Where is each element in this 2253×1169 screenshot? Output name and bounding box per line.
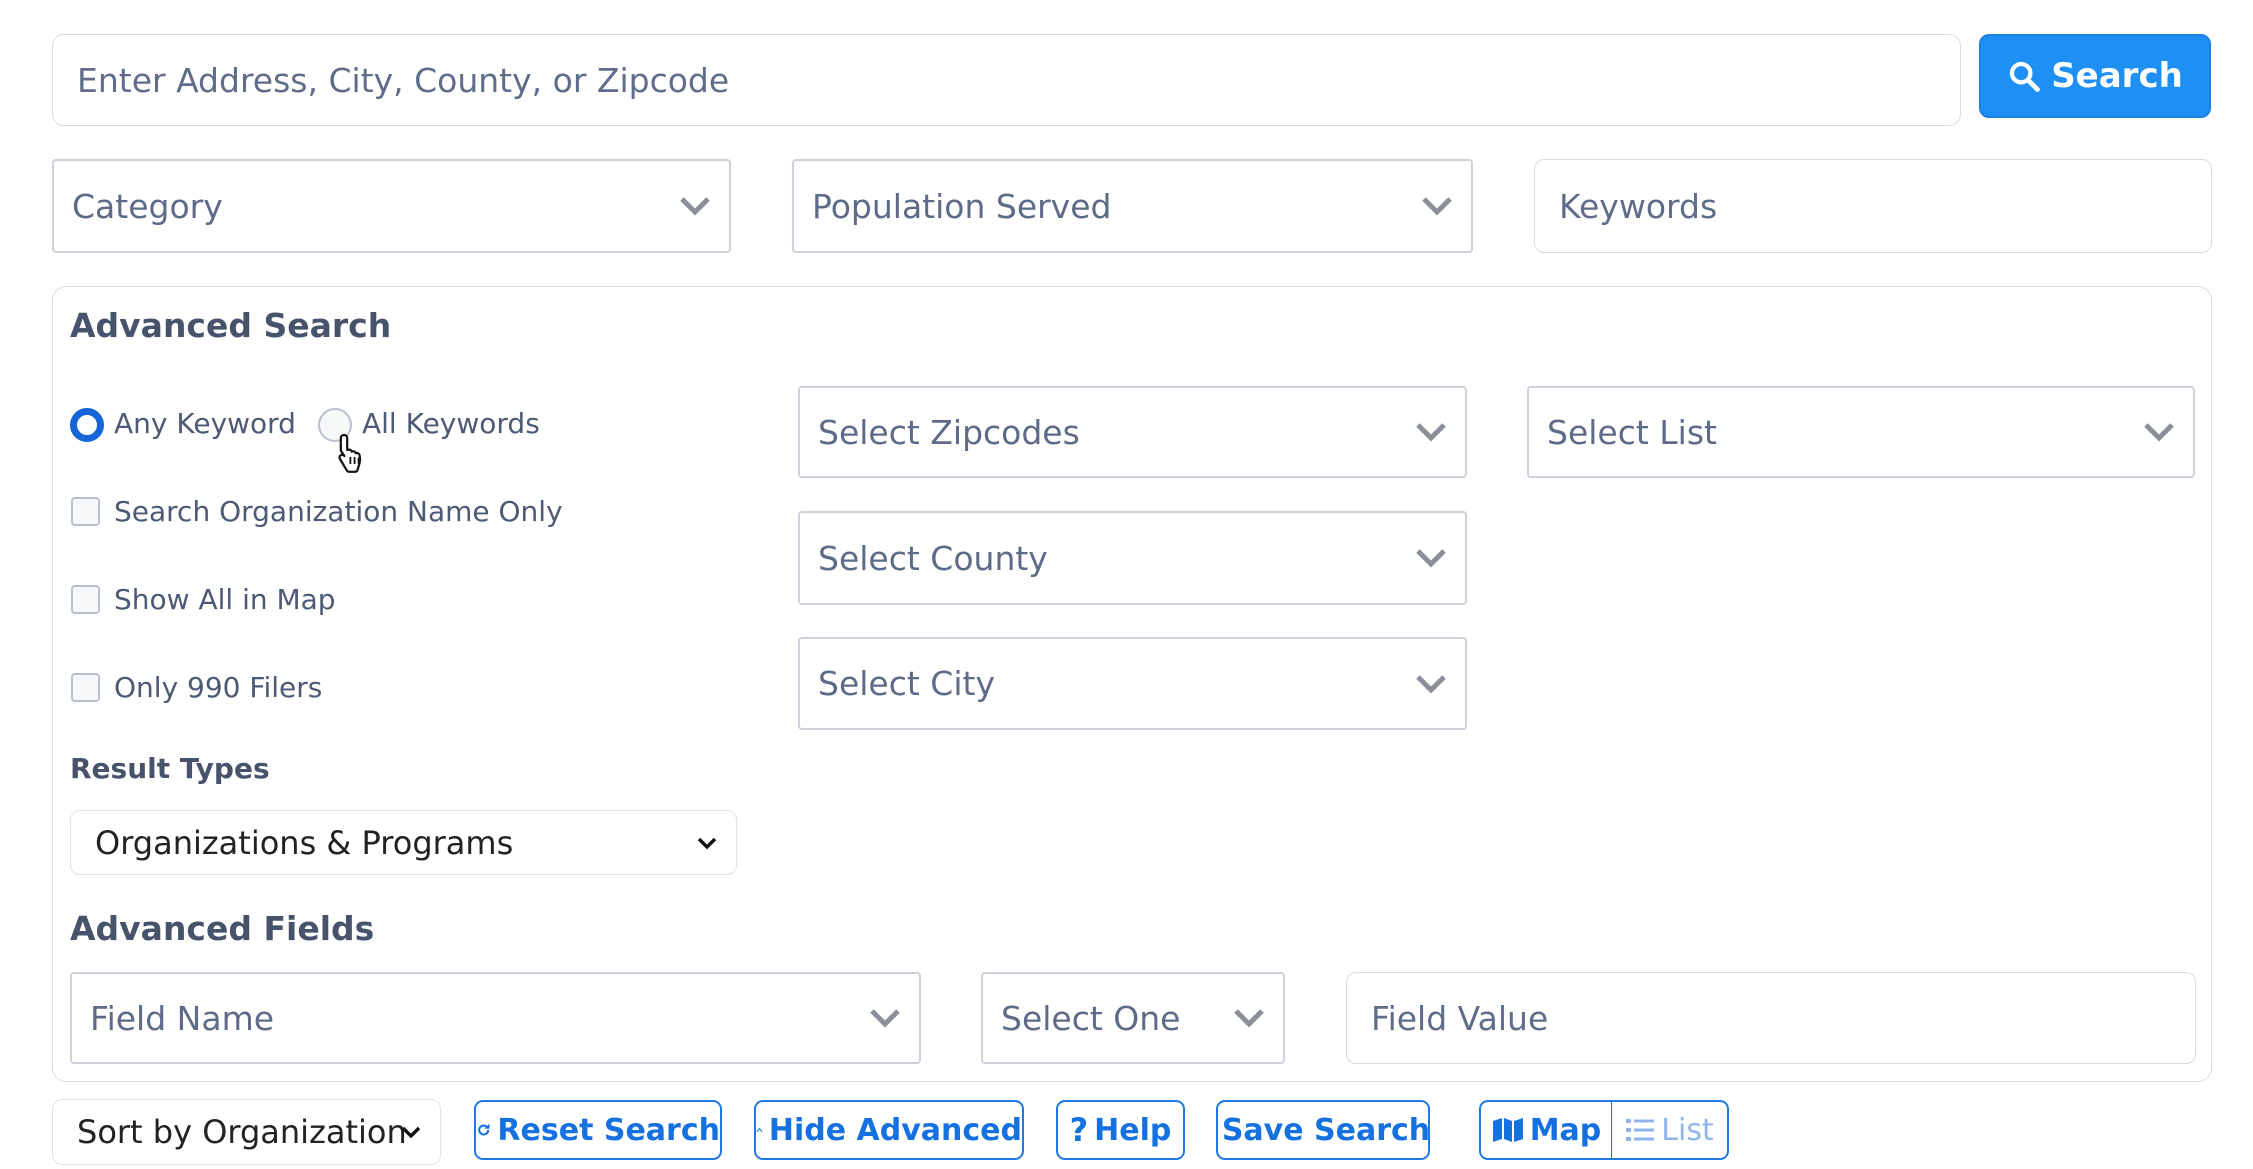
list-view-label: List (1661, 1112, 1714, 1148)
field-value-input[interactable]: Field Value (1346, 972, 2196, 1064)
pointer-cursor-icon (338, 433, 362, 473)
field-name-dropdown[interactable]: Field Name (70, 972, 921, 1064)
county-dropdown[interactable]: Select County (798, 511, 1467, 605)
category-dropdown[interactable]: Category (52, 159, 731, 253)
list-view-button[interactable]: List (1611, 1100, 1729, 1160)
show-all-map-checkbox[interactable] (71, 585, 100, 614)
keywords-input[interactable]: Keywords (1534, 159, 2212, 253)
only-990-filers-checkbox[interactable] (71, 673, 100, 702)
save-search-button[interactable]: Save Search (1216, 1100, 1430, 1160)
map-view-label: Map (1529, 1112, 1602, 1148)
chevron-down-icon (1416, 423, 1446, 442)
show-all-map-label: Show All in Map (114, 583, 336, 616)
sort-select[interactable]: Sort by Organization (52, 1099, 441, 1165)
map-icon (1492, 1118, 1523, 1142)
chevron-down-icon (680, 197, 710, 216)
reset-search-button[interactable]: Reset Search (474, 1100, 722, 1160)
chevron-down-icon (1422, 197, 1452, 216)
hide-advanced-button[interactable]: Hide Advanced (754, 1100, 1024, 1160)
any-keyword-radio[interactable] (70, 408, 104, 442)
city-dropdown[interactable]: Select City (798, 637, 1467, 730)
search-icon (2010, 61, 2041, 92)
all-keywords-label: All Keywords (362, 407, 540, 440)
advanced-search-title: Advanced Search (70, 306, 392, 345)
map-view-button[interactable]: Map (1479, 1100, 1614, 1160)
search-button-label: Search (2051, 56, 2183, 96)
chevron-up-icon (756, 1127, 763, 1132)
location-search-placeholder: Enter Address, City, County, or Zipcode (77, 60, 730, 100)
category-dropdown-label: Category (72, 186, 223, 226)
field-value-placeholder: Field Value (1371, 998, 1549, 1038)
zipcodes-dropdown[interactable]: Select Zipcodes (798, 386, 1467, 478)
keywords-placeholder: Keywords (1559, 186, 1718, 226)
sort-select-value: Sort by Organization (77, 1113, 407, 1151)
chevron-down-icon (1416, 674, 1446, 694)
population-served-label: Population Served (812, 186, 1112, 226)
question-icon: ? (1069, 1111, 1089, 1149)
chevron-down-icon (1234, 1009, 1264, 1028)
list-icon (1626, 1119, 1655, 1141)
operator-dropdown[interactable]: Select One (981, 972, 1285, 1064)
any-keyword-label: Any Keyword (114, 407, 296, 440)
reset-search-label: Reset Search (497, 1112, 720, 1148)
chevron-down-icon (870, 1009, 900, 1028)
list-dropdown-label: Select List (1547, 412, 1717, 452)
result-types-value: Organizations & Programs (95, 823, 514, 862)
chevron-down-icon (2144, 423, 2174, 442)
field-name-label: Field Name (90, 998, 275, 1038)
chevron-down-icon (1416, 549, 1446, 568)
list-dropdown[interactable]: Select List (1527, 386, 2195, 478)
chevron-down-icon (697, 837, 717, 849)
population-served-dropdown[interactable]: Population Served (792, 159, 1473, 253)
operator-label: Select One (1001, 998, 1181, 1038)
search-button[interactable]: Search (1979, 34, 2211, 118)
help-button[interactable]: ? Help (1056, 1100, 1185, 1160)
org-name-only-checkbox[interactable] (71, 497, 100, 526)
county-dropdown-label: Select County (818, 538, 1048, 578)
only-990-filers-label: Only 990 Filers (114, 671, 323, 704)
save-search-label: Save Search (1221, 1112, 1431, 1148)
zipcodes-dropdown-label: Select Zipcodes (818, 412, 1080, 452)
result-types-title: Result Types (70, 752, 270, 785)
hide-advanced-label: Hide Advanced (768, 1112, 1022, 1148)
redo-icon (478, 1123, 490, 1136)
location-search-input[interactable]: Enter Address, City, County, or Zipcode (52, 34, 1961, 126)
result-types-select[interactable]: Organizations & Programs (70, 810, 737, 875)
org-name-only-label: Search Organization Name Only (114, 495, 563, 528)
chevron-down-icon (401, 1126, 421, 1139)
advanced-fields-title: Advanced Fields (70, 909, 375, 948)
help-label: Help (1094, 1112, 1172, 1148)
city-dropdown-label: Select City (818, 664, 995, 703)
